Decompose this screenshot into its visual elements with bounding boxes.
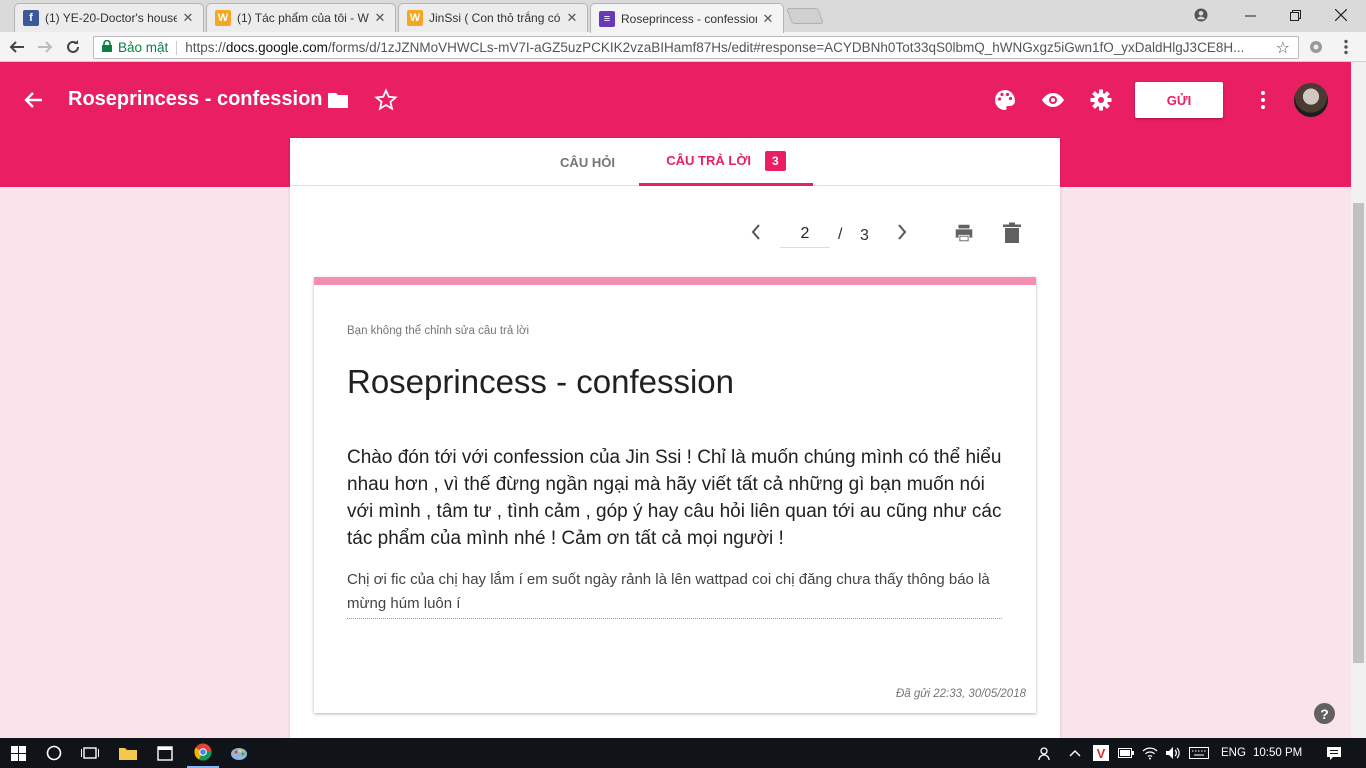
minimize-icon[interactable] — [1227, 0, 1273, 30]
form-tabs: CÂU HỎI CÂU TRẢ LỜI 3 — [290, 138, 1060, 186]
url-text[interactable]: https://docs.google.com/forms/d/1zJZNMoV… — [185, 40, 1250, 55]
tab-title: Roseprincess - confession — [621, 11, 757, 26]
action-center-icon[interactable] — [1320, 738, 1348, 768]
browser-toolbar: Bảo mật https://docs.google.com/forms/d/… — [0, 32, 1366, 62]
paint-app-icon[interactable] — [224, 738, 254, 768]
browser-tab-strip: f (1) YE-20-Doctor's house ✕ W (1) Tác p… — [0, 0, 1366, 33]
preview-eye-icon[interactable] — [1041, 88, 1065, 112]
response-card: Bạn không thể chỉnh sửa câu trả lời Rose… — [314, 277, 1036, 713]
facebook-icon: f — [23, 10, 39, 26]
tab-responses-label: CÂU TRẢ LỜI — [666, 153, 752, 168]
people-icon[interactable] — [1034, 738, 1058, 768]
close-tab-icon[interactable]: ✕ — [761, 11, 775, 27]
send-button[interactable]: GỬI — [1135, 82, 1223, 118]
reload-icon[interactable] — [63, 37, 83, 57]
new-tab-button[interactable] — [786, 8, 824, 24]
language-indicator[interactable]: ENG — [1221, 738, 1246, 768]
pager-total: 3 — [860, 227, 869, 244]
folder-icon[interactable] — [326, 88, 350, 112]
back-arrow-icon[interactable] — [22, 88, 46, 112]
tab-responses[interactable]: CÂU TRẢ LỜI 3 — [639, 138, 813, 186]
volume-icon[interactable] — [1162, 738, 1184, 768]
profile-icon[interactable] — [1178, 0, 1224, 30]
address-bar[interactable]: Bảo mật https://docs.google.com/forms/d/… — [93, 36, 1299, 59]
back-icon[interactable] — [7, 37, 27, 57]
print-icon[interactable] — [953, 222, 975, 249]
divider — [176, 40, 178, 55]
submitted-timestamp: Đã gửi 22:33, 30/05/2018 — [895, 688, 1026, 700]
response-page-input[interactable]: 2 — [780, 220, 830, 248]
read-only-note: Bạn không thể chỉnh sửa câu trả lời — [347, 325, 530, 337]
star-icon[interactable] — [374, 88, 398, 112]
close-window-icon[interactable] — [1318, 0, 1364, 30]
avatar[interactable] — [1294, 83, 1328, 117]
response-count-badge: 3 — [765, 150, 786, 171]
question-text: Chào đón tới với confession của Jin Ssi … — [347, 447, 1002, 549]
search-circle-icon[interactable] — [39, 738, 69, 768]
bookmark-star-icon[interactable]: ☆ — [1276, 38, 1290, 58]
scrollbar-thumb[interactable] — [1353, 203, 1364, 663]
tab-title: JinSsi ( Con thỏ trắng có — [429, 11, 561, 25]
help-icon[interactable]: ? — [1314, 703, 1335, 724]
wattpad-icon: W — [215, 10, 231, 26]
wifi-icon[interactable] — [1139, 738, 1161, 768]
keyboard-icon[interactable] — [1186, 738, 1212, 768]
palette-icon[interactable] — [993, 88, 1017, 112]
form-panel: CÂU HỎI CÂU TRẢ LỜI 3 2 / 3 Bạn không th… — [290, 138, 1060, 738]
response-form-title: Roseprincess - confession — [347, 363, 735, 400]
security-label[interactable]: Bảo mật — [118, 40, 168, 55]
page-scrollbar[interactable] — [1351, 62, 1366, 738]
task-view-icon[interactable] — [75, 738, 105, 768]
answer-text: Chị ơi fic của chị hay lắm í em suốt ngà… — [347, 568, 1002, 619]
lock-icon — [102, 39, 112, 55]
delete-trash-icon[interactable] — [1002, 222, 1022, 249]
windows-taskbar: V ENG 10:50 PM — [0, 738, 1366, 768]
file-explorer-icon[interactable] — [113, 738, 143, 768]
browser-tab-wattpad-jinssi[interactable]: W JinSsi ( Con thỏ trắng có ✕ — [398, 3, 588, 32]
close-tab-icon[interactable]: ✕ — [181, 10, 195, 26]
browser-tab-forms[interactable]: ≡ Roseprincess - confession ✕ — [590, 3, 784, 33]
previous-response-icon[interactable] — [749, 222, 763, 247]
restore-icon[interactable] — [1272, 0, 1318, 30]
extension-icon[interactable] — [1306, 37, 1326, 57]
pager-separator: / — [838, 226, 843, 243]
forward-icon[interactable] — [35, 37, 55, 57]
start-windows-icon[interactable] — [0, 738, 36, 768]
form-title[interactable]: Roseprincess - confession — [68, 88, 323, 111]
browser-tab-facebook[interactable]: f (1) YE-20-Doctor's house ✕ — [14, 3, 204, 32]
wattpad-icon: W — [407, 10, 423, 26]
more-options-icon[interactable] — [1251, 88, 1275, 112]
show-hidden-icons-chevron-icon[interactable] — [1064, 738, 1086, 768]
chrome-taskbar-icon[interactable] — [187, 738, 219, 768]
next-response-icon[interactable] — [895, 222, 909, 247]
calendar-app-icon[interactable] — [150, 738, 180, 768]
browser-tab-wattpad-works[interactable]: W (1) Tác phẩm của tôi - Wa ✕ — [206, 3, 396, 32]
settings-gear-icon[interactable] — [1089, 88, 1113, 112]
tab-title: (1) Tác phẩm của tôi - Wa — [237, 11, 369, 25]
vietkey-icon[interactable]: V — [1090, 738, 1112, 768]
tab-questions[interactable]: CÂU HỎI — [540, 138, 635, 186]
battery-icon[interactable] — [1115, 738, 1137, 768]
taskbar-clock[interactable]: 10:50 PM — [1253, 738, 1302, 768]
tab-title: (1) YE-20-Doctor's house — [45, 11, 177, 25]
browser-menu-icon[interactable] — [1336, 37, 1356, 57]
close-tab-icon[interactable]: ✕ — [373, 10, 387, 26]
google-forms-icon: ≡ — [599, 10, 615, 27]
close-tab-icon[interactable]: ✕ — [565, 10, 579, 26]
